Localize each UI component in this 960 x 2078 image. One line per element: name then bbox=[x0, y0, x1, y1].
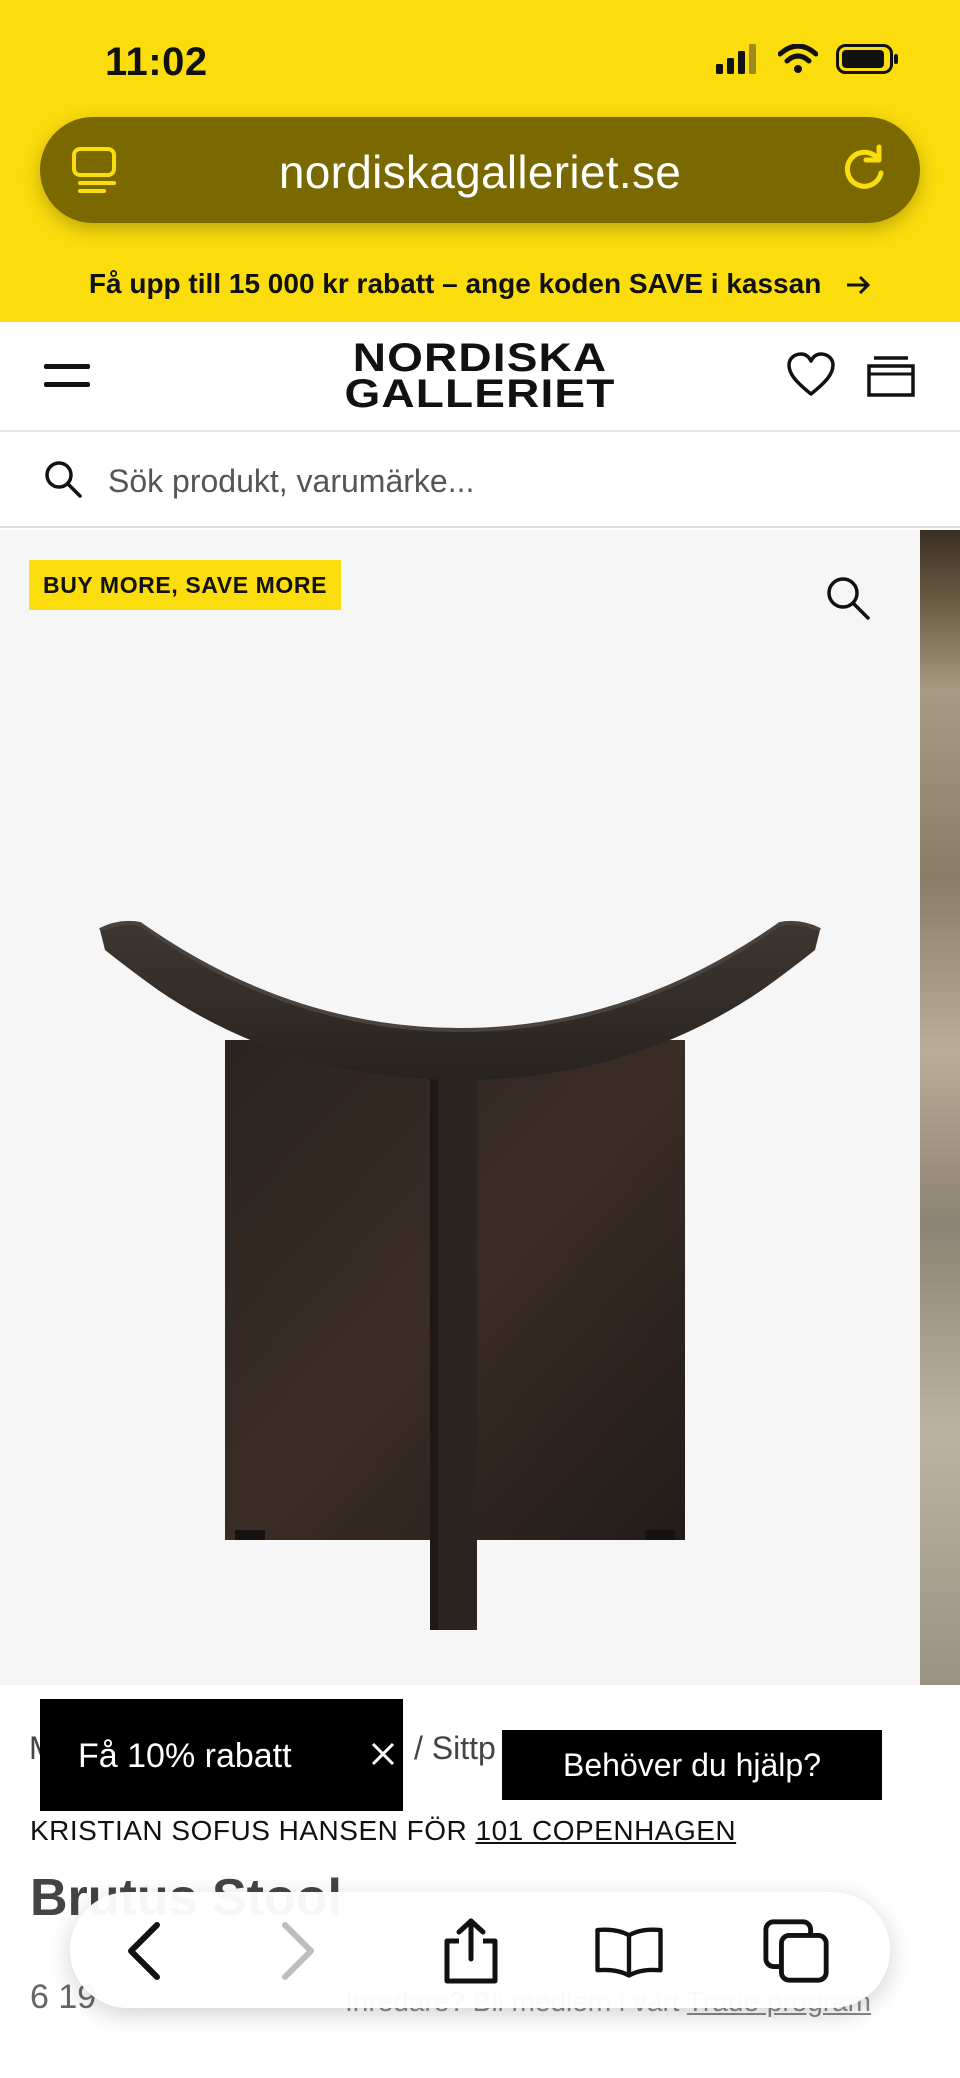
zoom-search-icon[interactable] bbox=[824, 574, 872, 627]
promo-badge: BUY MORE, SAVE MORE bbox=[29, 560, 342, 610]
browser-toolbar bbox=[70, 1892, 890, 2008]
search-input[interactable] bbox=[108, 456, 908, 506]
cart-icon[interactable] bbox=[866, 354, 916, 403]
wifi-icon bbox=[777, 43, 819, 79]
bookmarks-book-icon[interactable] bbox=[594, 1916, 664, 1986]
reload-icon[interactable] bbox=[838, 143, 890, 200]
promo-banner[interactable]: Få upp till 15 000 kr rabatt – ange kode… bbox=[0, 268, 960, 300]
breadcrumb-tail[interactable]: / Sittp bbox=[414, 1730, 496, 1767]
search-bar bbox=[0, 434, 960, 528]
promo-text: Få upp till 15 000 kr rabatt – ange kode… bbox=[88, 268, 822, 299]
product-image-next-preview[interactable] bbox=[920, 530, 960, 1685]
address-bar[interactable]: nordiskagalleriet.se bbox=[40, 117, 920, 223]
status-icons bbox=[716, 43, 900, 79]
site-logo[interactable]: NORDISKA GALLERIET bbox=[330, 338, 630, 414]
cellular-signal-icon bbox=[716, 44, 760, 79]
logo-line-2: GALLERIET bbox=[344, 372, 616, 416]
status-bar: 11:02 bbox=[0, 0, 960, 110]
help-button[interactable]: Behöver du hjälp? bbox=[502, 1730, 882, 1800]
discount-text[interactable]: Få 10% rabatt bbox=[78, 1737, 292, 1776]
site-header: NORDISKA GALLERIET bbox=[0, 322, 960, 432]
designer-text: KRISTIAN SOFUS HANSEN FÖR bbox=[30, 1815, 468, 1846]
logo-line-1: NORDISKA bbox=[352, 336, 608, 380]
battery-icon bbox=[836, 44, 900, 79]
discount-popup[interactable]: Få 10% rabatt bbox=[40, 1699, 403, 1811]
arrow-right-icon bbox=[837, 268, 871, 299]
tabs-icon[interactable] bbox=[762, 1916, 832, 1986]
forward-chevron-icon[interactable] bbox=[262, 1916, 332, 1986]
url-text[interactable]: nordiskagalleriet.se bbox=[40, 145, 920, 199]
wishlist-heart-icon[interactable] bbox=[786, 352, 836, 403]
status-time: 11:02 bbox=[105, 40, 208, 84]
brand-link[interactable]: 101 COPENHAGEN bbox=[476, 1815, 737, 1846]
close-icon[interactable] bbox=[370, 1741, 396, 1772]
share-icon[interactable] bbox=[436, 1916, 506, 1986]
menu-icon[interactable] bbox=[44, 362, 92, 392]
back-chevron-icon[interactable] bbox=[110, 1916, 180, 1986]
product-image-gallery[interactable]: BUY MORE, SAVE MORE bbox=[0, 530, 960, 1685]
designer-line: KRISTIAN SOFUS HANSEN FÖR 101 COPENHAGEN bbox=[30, 1815, 736, 1847]
stool-image bbox=[99, 920, 821, 1630]
search-icon bbox=[42, 458, 84, 505]
